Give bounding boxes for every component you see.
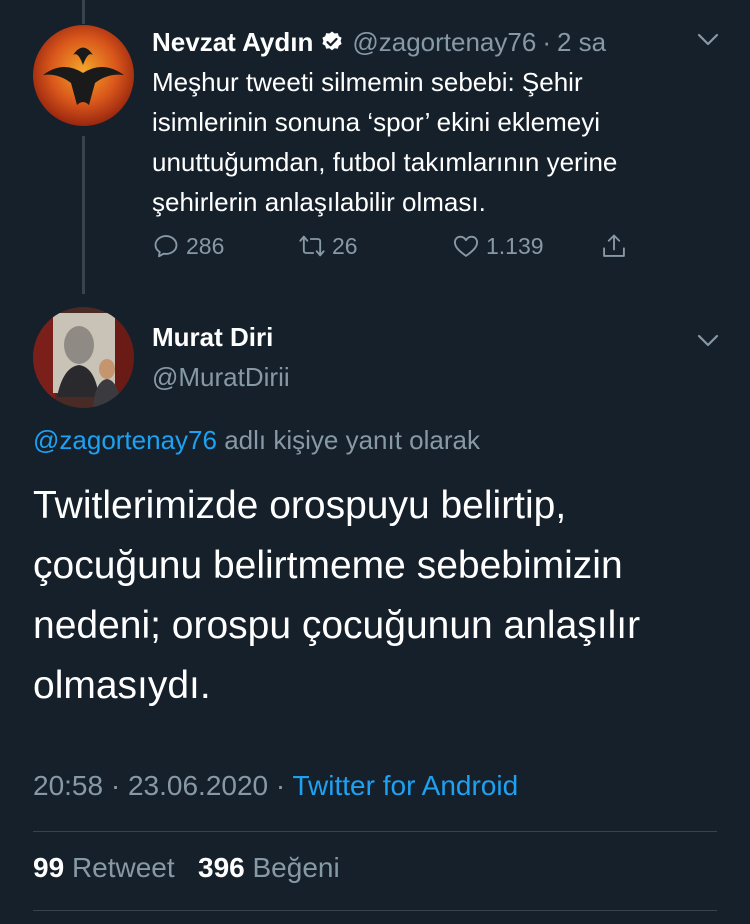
share-icon — [603, 234, 625, 257]
separator-dot: · — [110, 770, 121, 801]
divider — [33, 831, 717, 832]
tweet-header: Nevzat Aydın @zagortenay76 · 2 sa — [152, 22, 730, 62]
retweet-count: 26 — [332, 232, 358, 259]
timestamp[interactable]: 2 sa — [557, 27, 606, 58]
retweet-label[interactable]: Retweet — [72, 852, 175, 883]
tweet-text-line: Meşhur tweeti silmemin sebebi: Şehir — [152, 67, 583, 97]
tweet-date: 23.06.2020 — [127, 770, 269, 801]
tweet-time: 20:58 — [33, 770, 104, 801]
avatar-image-icon — [33, 25, 134, 126]
verified-badge-icon — [322, 31, 342, 51]
tweet-text-line: şehirlerin anlaşılabilir olması. — [152, 187, 486, 217]
separator-dot: · — [542, 26, 551, 57]
tweet-text-line: çocuğunu belirtmeme sebebimizin — [33, 544, 623, 587]
retweet-icon — [299, 235, 325, 257]
like-count[interactable]: 396 — [198, 852, 245, 883]
avatar[interactable] — [33, 25, 134, 126]
like-button[interactable]: 1.139 — [452, 230, 544, 262]
handle[interactable]: @zagortenay76 — [352, 27, 536, 58]
engagement-stats: 99 Retweet 396 Beğeni — [33, 852, 340, 884]
divider — [33, 910, 717, 911]
share-button[interactable] — [600, 230, 628, 262]
tweet-meta: 20:58 · 23.06.2020 · Twitter for Android — [33, 770, 518, 802]
avatar-image-icon — [33, 307, 134, 408]
tweet-text-line: olmasıydı. — [33, 664, 211, 707]
chevron-down-icon[interactable] — [697, 334, 719, 348]
avatar[interactable] — [33, 307, 134, 408]
handle[interactable]: @MuratDirii — [152, 362, 290, 393]
tweet-text: Twitlerimizde orospuyu belirtip, çocuğun… — [33, 476, 723, 716]
reply-context: @zagortenay76 adlı kişiye yanıt olarak — [33, 425, 480, 456]
tweet-text-line: nedeni; orospu çocuğunun anlaşılır — [33, 604, 641, 647]
reply-button[interactable]: 286 — [152, 230, 224, 262]
display-name[interactable]: Murat Diri — [152, 322, 273, 353]
separator-dot: · — [275, 770, 286, 801]
thread-connector-top — [82, 0, 85, 24]
tweet-text-line: unuttuğumdan, futbol takımlarının yerine — [152, 147, 618, 177]
source-link[interactable]: Twitter for Android — [293, 770, 519, 801]
display-name[interactable]: Nevzat Aydın — [152, 27, 313, 58]
chevron-down-icon[interactable] — [697, 33, 719, 47]
tweet-text-line: isimlerinin sonuna ‘spor’ ekini eklemeyi — [152, 107, 600, 137]
reply-to-handle-link[interactable]: @zagortenay76 — [33, 425, 217, 455]
like-icon — [453, 235, 479, 257]
reply-icon — [154, 235, 178, 258]
like-label[interactable]: Beğeni — [253, 852, 340, 883]
tweet-text-line: Twitlerimizde orospuyu belirtip, — [33, 484, 567, 527]
reply-to-suffix: adlı kişiye yanıt olarak — [224, 425, 480, 455]
retweet-button[interactable]: 26 — [298, 230, 358, 262]
like-count: 1.139 — [486, 232, 544, 259]
retweet-count[interactable]: 99 — [33, 852, 64, 883]
tweet-text: Meşhur tweeti silmemin sebebi: Şehir isi… — [152, 62, 732, 222]
reply-count: 286 — [186, 232, 225, 259]
thread-connector — [82, 136, 85, 294]
